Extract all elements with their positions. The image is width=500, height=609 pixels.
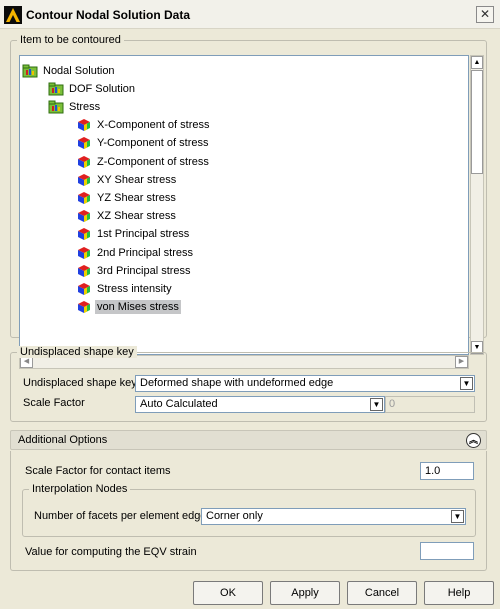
eqv-strain-input[interactable]	[420, 542, 474, 560]
ok-button[interactable]: OK	[193, 581, 263, 605]
contour-cube-icon	[76, 136, 92, 150]
tree-item-label: XY Shear stress	[97, 173, 177, 186]
title-bar: Contour Nodal Solution Data ✕	[0, 0, 500, 29]
tree-item[interactable]: XY Shear stress	[76, 171, 178, 188]
undisplaced-shape-group: Undisplaced shape key Undisplaced shape …	[10, 346, 487, 422]
tree-item[interactable]: Y-Component of stress	[76, 135, 210, 152]
contour-cube-icon	[76, 246, 92, 260]
tree-item-label: Z-Component of stress	[97, 155, 209, 168]
contour-cube-icon	[76, 264, 92, 278]
dropdown-value: Corner only	[206, 510, 263, 522]
tree-item-label: XZ Shear stress	[97, 210, 176, 223]
tree-item-label: Stress intensity	[97, 282, 172, 295]
scale-factor-number-input: 0	[385, 396, 475, 413]
folder-plot-icon	[48, 82, 64, 96]
additional-options-panel: Scale Factor for contact items 1.0 Inter…	[10, 451, 487, 571]
contour-cube-icon	[76, 282, 92, 296]
interpolation-nodes-group: Interpolation Nodes Number of facets per…	[22, 483, 476, 537]
scale-factor-label: Scale Factor	[23, 397, 85, 409]
tree-item[interactable]: Nodal Solution	[22, 62, 117, 79]
contour-cube-icon	[76, 191, 92, 205]
window-title: Contour Nodal Solution Data	[26, 8, 190, 22]
contact-scale-label: Scale Factor for contact items	[25, 465, 171, 477]
tree-item-label: 3rd Principal stress	[97, 264, 191, 277]
cancel-button[interactable]: Cancel	[347, 581, 417, 605]
folder-plot-icon	[48, 100, 64, 114]
scale-factor-dropdown[interactable]: Auto Calculated ▼	[135, 396, 385, 413]
tree-item[interactable]: XZ Shear stress	[76, 208, 178, 225]
tree-item[interactable]: YZ Shear stress	[76, 189, 178, 206]
group-legend: Item to be contoured	[17, 34, 124, 46]
item-to-be-contoured-group: Item to be contoured Nodal Solution DOF S…	[10, 34, 487, 369]
tree-item[interactable]: von Mises stress	[76, 299, 181, 316]
tree-item-label: 2nd Principal stress	[97, 246, 193, 259]
dropdown-value: Auto Calculated	[140, 398, 218, 410]
folder-plot-icon	[22, 64, 38, 78]
help-button[interactable]: Help	[424, 581, 494, 605]
tree-item-label: YZ Shear stress	[97, 191, 176, 204]
eqv-strain-label: Value for computing the EQV strain	[25, 546, 197, 558]
contour-cube-icon	[76, 173, 92, 187]
apply-button[interactable]: Apply	[270, 581, 340, 605]
tree-item[interactable]: Z-Component of stress	[76, 153, 211, 170]
tree-vertical-scrollbar[interactable]: ▲ ▼	[470, 55, 484, 355]
shape-key-dropdown[interactable]: Deformed shape with undeformed edge ▼	[135, 375, 475, 392]
tree-item[interactable]: Stress	[48, 98, 102, 115]
dropdown-value: Deformed shape with undeformed edge	[140, 377, 334, 389]
tree-item-label: Stress	[69, 100, 101, 113]
contact-scale-input[interactable]: 1.0	[420, 462, 474, 480]
chevron-down-icon[interactable]: ▼	[451, 510, 464, 523]
facets-dropdown[interactable]: Corner only ▼	[201, 508, 466, 525]
chevron-down-icon[interactable]: ▼	[460, 377, 473, 390]
group-legend: Interpolation Nodes	[29, 483, 131, 495]
tree-item-label: Y-Component of stress	[97, 137, 209, 150]
tree-item-label: DOF Solution	[69, 82, 136, 95]
tree-item[interactable]: 3rd Principal stress	[76, 262, 193, 279]
scroll-thumb[interactable]	[471, 70, 483, 174]
close-button[interactable]: ✕	[476, 6, 494, 23]
facets-label: Number of facets per element edge	[34, 510, 207, 522]
tree-item[interactable]: 2nd Principal stress	[76, 244, 195, 261]
tree-item[interactable]: Stress intensity	[76, 280, 174, 297]
section-title: Additional Options	[18, 434, 108, 446]
shape-key-label: Undisplaced shape key	[23, 377, 137, 389]
contour-cube-icon	[76, 227, 92, 241]
tree-item-label: von Mises stress	[95, 300, 181, 315]
solution-tree[interactable]: Nodal Solution DOF Solution Stress X-Compon…	[19, 55, 469, 355]
tree-item[interactable]: DOF Solution	[48, 80, 137, 97]
group-legend: Undisplaced shape key	[17, 346, 137, 358]
contour-cube-icon	[76, 300, 92, 314]
tree-item-label: X-Component of stress	[97, 119, 210, 132]
tree-item-label: Nodal Solution	[43, 64, 115, 77]
additional-options-header[interactable]: Additional Options ︽	[10, 430, 487, 450]
contour-cube-icon	[76, 209, 92, 223]
chevron-down-icon[interactable]: ▼	[370, 398, 383, 411]
tree-item[interactable]: 1st Principal stress	[76, 226, 191, 243]
ansys-logo-icon	[4, 6, 22, 24]
collapse-icon[interactable]: ︽	[466, 433, 481, 448]
contour-cube-icon	[76, 155, 92, 169]
tree-item-label: 1st Principal stress	[97, 228, 190, 241]
contour-cube-icon	[76, 118, 92, 132]
scroll-up-arrow-icon[interactable]: ▲	[471, 56, 483, 69]
tree-item[interactable]: X-Component of stress	[76, 117, 212, 134]
